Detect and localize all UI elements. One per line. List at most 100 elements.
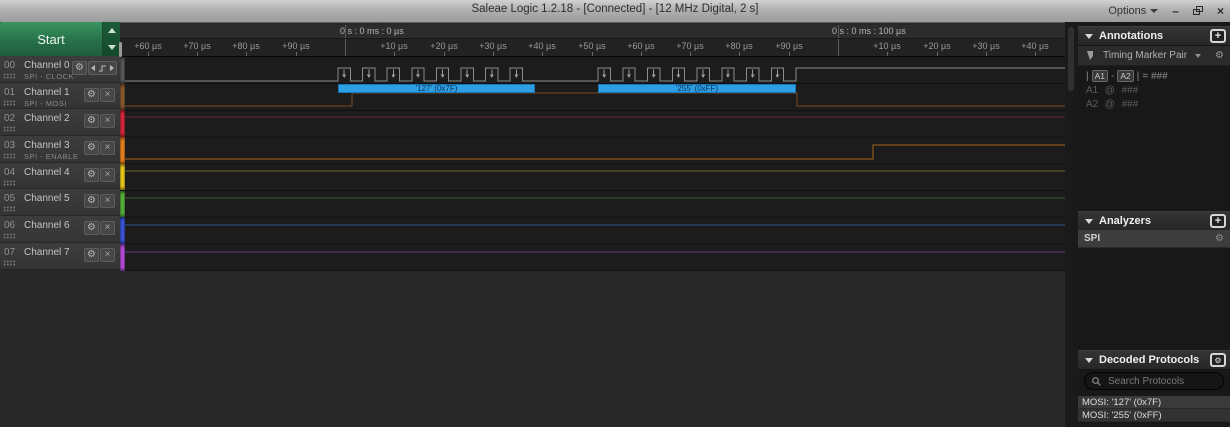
channel-close-button[interactable]: × — [100, 194, 115, 209]
channel-close-button[interactable]: × — [100, 87, 115, 102]
channel-number: 04 — [4, 166, 16, 178]
gear-icon: ⚙ — [75, 62, 84, 73]
clock-edge-marker-arrow — [602, 74, 607, 78]
arrow-down-icon — [107, 45, 116, 50]
vertical-scrollbar[interactable] — [1065, 22, 1078, 427]
marker-formula: | A1 - A2 | = ### — [1086, 70, 1168, 82]
tick-mark — [444, 52, 445, 56]
channel-settings-button[interactable]: ⚙ — [84, 221, 99, 236]
drag-handle-icon[interactable] — [3, 259, 16, 266]
drag-handle-icon[interactable] — [3, 153, 16, 160]
clock-edge-marker-arrow — [465, 74, 470, 78]
annotations-header[interactable]: Annotations + — [1078, 26, 1230, 46]
trigger-prev-button[interactable] — [89, 62, 98, 74]
stepper-up-button[interactable] — [103, 22, 120, 39]
decoded-protocols-header[interactable]: Decoded Protocols ⚙ — [1078, 350, 1230, 370]
options-menu[interactable]: Options — [1108, 5, 1159, 17]
tick-mark — [394, 52, 395, 56]
formula-open: | — [1086, 70, 1089, 82]
drag-handle-icon[interactable] — [3, 233, 16, 240]
channel-settings-button[interactable]: ⚙ — [84, 247, 99, 262]
channel-close-button[interactable]: × — [100, 114, 115, 129]
add-annotation-button[interactable]: + — [1210, 29, 1226, 43]
decoded-protocol-row[interactable]: MOSI: '127' (0x7F) — [1078, 396, 1230, 409]
tick-mark — [739, 52, 740, 56]
channel-settings-button[interactable]: ⚙ — [84, 114, 99, 129]
collapse-icon — [1085, 357, 1093, 363]
decoded-protocol-row[interactable]: MOSI: '255' (0xFF) — [1078, 409, 1230, 422]
analyzers-header[interactable]: Analyzers + — [1078, 211, 1230, 231]
drag-handle-icon[interactable] — [3, 73, 16, 79]
channel-settings-button[interactable]: ⚙ — [84, 167, 99, 182]
clock-edge-marker-arrow — [416, 74, 420, 78]
trigger-edge-button[interactable] — [98, 62, 108, 74]
tick-mark — [887, 52, 888, 56]
gear-icon: ⚙ — [1214, 356, 1222, 365]
search-protocols-box — [1084, 372, 1224, 390]
tick-label: +60 µs — [134, 41, 162, 51]
channel-row[interactable]: 03 Channel 3 SPI - ENABLE ⚙ × — [0, 136, 120, 163]
minimize-button[interactable]: – — [1172, 0, 1179, 22]
close-button[interactable]: × — [1217, 0, 1224, 22]
start-button[interactable]: Start — [0, 22, 103, 56]
channel-close-button[interactable]: × — [100, 247, 115, 262]
timing-marker-pair-row[interactable]: Timing Marker Pair ⚙ — [1078, 46, 1230, 66]
channel-row[interactable]: 05 Channel 5 ⚙ × — [0, 189, 120, 217]
search-icon — [1092, 376, 1101, 386]
channel-row[interactable]: 00 Channel 0 SPI - CLOCK ⚙ × — [0, 56, 120, 83]
close-icon: × — [104, 142, 111, 154]
tick-mark — [789, 52, 790, 56]
marker-a1-badge[interactable]: A1 — [1091, 70, 1109, 82]
channel-color-strip — [120, 57, 125, 84]
gear-icon: ⚙ — [87, 248, 96, 260]
timeline-header[interactable]: 0 s : 0 ms : 0 µs 0 s : 0 ms : 100 µs — [120, 25, 1065, 39]
decoded-settings-button[interactable]: ⚙ — [1210, 353, 1226, 367]
analyzer-settings-icon[interactable]: ⚙ — [1215, 233, 1224, 244]
clock-edge-marker-arrow — [391, 74, 396, 78]
marker-a2-badge[interactable]: A2 — [1117, 70, 1134, 82]
analyzer-row-spi[interactable]: SPI ⚙ — [1078, 230, 1230, 248]
timeline-section-label: 0 s : 0 ms : 0 µs — [340, 26, 404, 36]
tick-label: +10 µs — [873, 41, 901, 51]
timeline-ruler[interactable]: +60 µs +70 µs +80 µs +90 µs +10 µs +20 µs +30 … — [120, 39, 1065, 57]
pan-handle[interactable] — [119, 42, 122, 57]
channel-row[interactable]: 04 Channel 4 ⚙ × — [0, 162, 120, 190]
add-analyzer-button[interactable]: + — [1210, 214, 1226, 228]
timing-settings-icon[interactable]: ⚙ — [1215, 50, 1224, 61]
clock-edge-marker-arrow — [626, 74, 631, 78]
channel-sublabel: SPI - ENABLE — [24, 152, 79, 162]
channel-settings-button[interactable]: ⚙ — [84, 194, 99, 209]
trigger-next-button[interactable] — [108, 62, 116, 74]
stepper-down-button[interactable] — [103, 39, 120, 56]
channel-close-button[interactable]: × — [100, 167, 115, 182]
drag-handle-icon[interactable] — [3, 126, 16, 133]
clock-edge-marker-arrow — [342, 74, 347, 78]
waveform-area[interactable]: '127' (0x7F) '255' (0xFF) — [120, 57, 1065, 272]
channel-close-button[interactable]: × — [100, 141, 115, 156]
title-bar[interactable]: Saleae Logic 1.2.18 - [Connected] - [12 … — [0, 0, 1230, 23]
channel-row[interactable]: 06 Channel 6 ⚙ × — [0, 216, 120, 243]
channel-name: Channel 2 — [24, 113, 70, 125]
tick-mark — [246, 52, 247, 56]
channel-settings-button[interactable]: ⚙ — [72, 61, 87, 75]
channel-close-button[interactable]: × — [100, 221, 115, 236]
channel-settings-button[interactable]: ⚙ — [84, 141, 99, 156]
channel-sublabel: SPI - CLOCK — [24, 72, 75, 81]
clock-edge-marker-arrow — [489, 74, 494, 78]
decoded-protocols-title: Decoded Protocols — [1099, 354, 1200, 366]
drag-handle-icon[interactable] — [3, 179, 16, 186]
restore-button[interactable] — [1192, 0, 1203, 22]
drag-handle-icon[interactable] — [3, 206, 16, 213]
annotations-title: Annotations — [1099, 30, 1164, 42]
channel-row[interactable]: 02 Channel 2 ⚙ × — [0, 109, 120, 137]
search-protocols-input[interactable] — [1106, 374, 1215, 388]
marker-a2-label: A2 — [1086, 99, 1099, 110]
tick-mark — [197, 52, 198, 56]
dropdown-icon[interactable] — [1195, 53, 1202, 58]
scrollbar-thumb[interactable] — [1068, 27, 1074, 91]
channel-row[interactable]: 07 Channel 7 ⚙ × — [0, 242, 120, 270]
channel-row[interactable]: 01 Channel 1 SPI - MOSI ⚙ × — [0, 82, 120, 110]
clock-edge-marker-arrow — [750, 74, 755, 78]
drag-handle-icon[interactable] — [3, 99, 16, 106]
channel-settings-button[interactable]: ⚙ — [84, 87, 99, 102]
